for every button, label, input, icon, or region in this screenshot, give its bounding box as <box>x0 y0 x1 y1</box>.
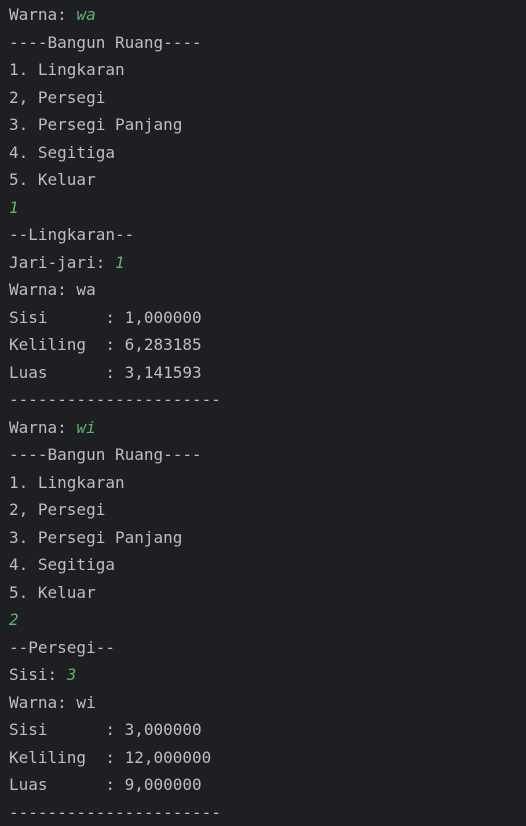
console-line-radius-prompt: Jari-jari: 1 <box>9 249 526 277</box>
user-input: wi <box>76 418 95 437</box>
prompt-text: Warna: <box>9 418 76 437</box>
console-line-divider: ---------------------- <box>9 799 526 826</box>
user-input: 3 <box>67 665 77 684</box>
console-line-result: Keliling : 12,000000 <box>9 744 526 772</box>
user-input: wa <box>76 5 95 24</box>
console-line-section-header: --Persegi-- <box>9 634 526 662</box>
prompt-text: Jari-jari: <box>9 253 115 272</box>
console-line-menu-item: 5. Keluar <box>9 579 526 607</box>
console-line-warna-prompt: Warna: wi <box>9 414 526 442</box>
user-input: 1 <box>9 198 19 217</box>
console-line-divider: ---------------------- <box>9 386 526 414</box>
console-line-menu-item: 3. Persegi Panjang <box>9 111 526 139</box>
prompt-text: Sisi: <box>9 665 67 684</box>
console-line-menu-header: ----Bangun Ruang---- <box>9 29 526 57</box>
console-line-result: Luas : 3,141593 <box>9 359 526 387</box>
user-input: 1 <box>115 253 125 272</box>
console-line-warna-prompt: Warna: wa <box>9 1 526 29</box>
console-line-result: Sisi : 3,000000 <box>9 716 526 744</box>
console-line-menu-item: 1. Lingkaran <box>9 56 526 84</box>
console-line-menu-item: 2, Persegi <box>9 496 526 524</box>
console-line-section-header: --Lingkaran-- <box>9 221 526 249</box>
console-output[interactable]: Warna: wa ----Bangun Ruang---- 1. Lingka… <box>0 0 526 819</box>
console-line-result: Keliling : 6,283185 <box>9 331 526 359</box>
console-line-menu-item: 3. Persegi Panjang <box>9 524 526 552</box>
console-line-side-prompt: Sisi: 3 <box>9 661 526 689</box>
console-line-menu-item: 4. Segitiga <box>9 139 526 167</box>
console-line-result: Warna: wa <box>9 276 526 304</box>
console-line-result: Sisi : 1,000000 <box>9 304 526 332</box>
console-line-menu-header: ----Bangun Ruang---- <box>9 441 526 469</box>
console-line-menu-item: 2, Persegi <box>9 84 526 112</box>
user-input: 2 <box>9 610 19 629</box>
console-line-menu-item: 4. Segitiga <box>9 551 526 579</box>
console-line-menu-item: 5. Keluar <box>9 166 526 194</box>
prompt-text: Warna: <box>9 5 76 24</box>
console-line-menu-choice: 1 <box>9 194 526 222</box>
console-line-menu-choice: 2 <box>9 606 526 634</box>
console-line-menu-item: 1. Lingkaran <box>9 469 526 497</box>
console-line-result: Warna: wi <box>9 689 526 717</box>
console-line-result: Luas : 9,000000 <box>9 771 526 799</box>
